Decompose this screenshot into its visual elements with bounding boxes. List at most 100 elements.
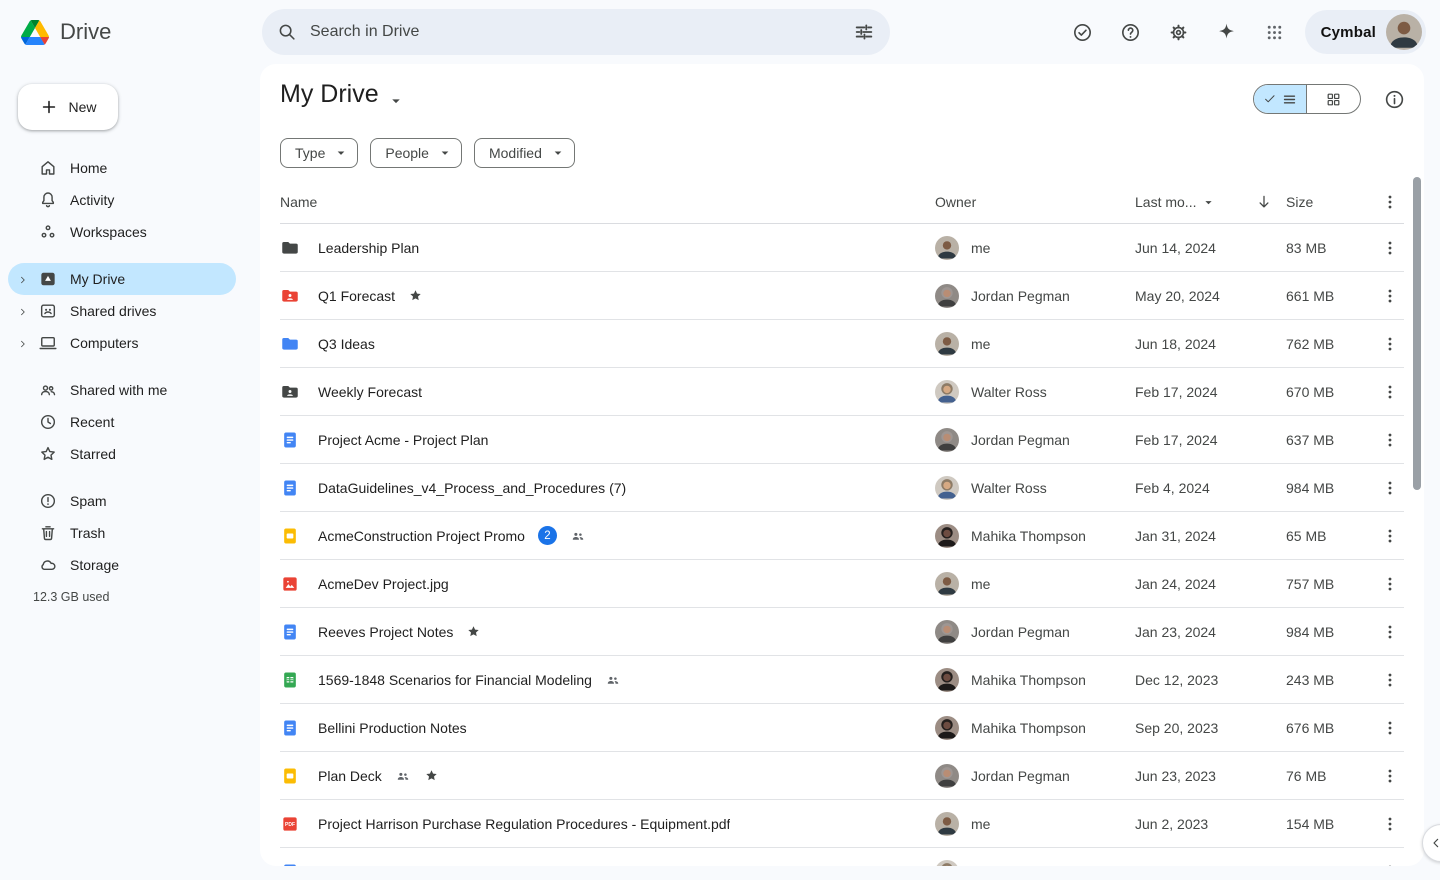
row-menu-button[interactable]	[1378, 332, 1402, 356]
file-size: 154 MB	[1280, 816, 1375, 832]
account-label: Cymbal	[1321, 24, 1376, 41]
row-menu-button[interactable]	[1378, 716, 1402, 740]
help-button[interactable]	[1107, 8, 1155, 56]
apps-icon	[1263, 21, 1286, 44]
table-row[interactable]: Bellini Production NotesMahika ThompsonS…	[280, 704, 1404, 752]
search-options-button[interactable]	[844, 12, 884, 52]
table-row[interactable]: Q3 IdeasmeJun 18, 2024762 MB	[280, 320, 1404, 368]
column-header-name[interactable]: Name	[280, 194, 935, 210]
file-name-cell: AcmeDev Project.jpg	[280, 574, 935, 594]
modified-date: Jan 31, 2024	[1135, 528, 1255, 544]
sidebar-item-my-drive[interactable]: My Drive	[8, 263, 236, 295]
table-row[interactable]: AcmeDev Project.jpgmeJan 24, 2024757 MB	[280, 560, 1404, 608]
view-toggle	[1253, 84, 1361, 114]
sidebar-item-label: Activity	[70, 192, 114, 208]
row-menu-button[interactable]	[1378, 620, 1402, 644]
file-name: Project Harrison Purchase Regulation Pro…	[318, 816, 730, 832]
sidebar-item-trash[interactable]: Trash	[8, 517, 236, 549]
table-row[interactable]: DataGuidelines_v4_Process_and_Procedures…	[280, 464, 1404, 512]
row-menu-button[interactable]	[1378, 668, 1402, 692]
table-row[interactable]: Reeves Project NotesJordan PegmanJan 23,…	[280, 608, 1404, 656]
search-icon[interactable]	[276, 21, 298, 43]
file-icon-folder-shared	[280, 286, 300, 306]
row-menu-button[interactable]	[1378, 572, 1402, 596]
chevron-right-icon[interactable]	[17, 337, 29, 349]
table-row[interactable]: Plan DeckJordan PegmanJun 23, 202376 MB	[280, 752, 1404, 800]
filter-chip-label: People	[385, 145, 429, 161]
file-icon-image	[280, 574, 300, 594]
sidebar-item-starred[interactable]: Starred	[8, 438, 236, 470]
apps-button[interactable]	[1251, 8, 1299, 56]
my-drive-icon	[38, 269, 58, 289]
owner-avatar	[935, 764, 959, 788]
scrollbar-thumb[interactable]	[1413, 177, 1421, 490]
row-menu-button[interactable]	[1378, 812, 1402, 836]
table-header-menu-button[interactable]	[1378, 190, 1402, 214]
shared-icon	[570, 528, 586, 544]
sidebar-item-activity[interactable]: Activity	[8, 184, 236, 216]
starred-icon	[466, 624, 481, 639]
search-bar[interactable]	[262, 9, 890, 55]
drive-logo: Drive	[21, 0, 111, 64]
table-row[interactable]: PDFProject Harrison Purchase Regulation …	[280, 800, 1404, 848]
sidebar-item-recent[interactable]: Recent	[8, 406, 236, 438]
details-button[interactable]	[1383, 88, 1406, 111]
list-view-button[interactable]	[1254, 85, 1307, 113]
chevron-right-icon[interactable]	[17, 273, 29, 285]
row-menu-button[interactable]	[1378, 380, 1402, 404]
row-menu-button[interactable]	[1378, 860, 1402, 867]
chevron-right-icon[interactable]	[17, 305, 29, 317]
row-menu-button[interactable]	[1378, 284, 1402, 308]
row-menu-button[interactable]	[1378, 476, 1402, 500]
settings-button[interactable]	[1155, 8, 1203, 56]
row-menu-button[interactable]	[1378, 524, 1402, 548]
search-input[interactable]	[310, 23, 844, 41]
sort-descending-icon	[1255, 193, 1273, 211]
sidebar-item-shared-with-me[interactable]: Shared with me	[8, 374, 236, 406]
owner-cell: Jordan Pegman	[935, 428, 1135, 452]
sidebar-item-computers[interactable]: Computers	[8, 327, 236, 359]
home-icon	[38, 158, 58, 178]
more-vert-icon	[1380, 286, 1400, 306]
sidebar-item-label: Storage	[70, 557, 119, 573]
grid-view-button[interactable]	[1307, 85, 1360, 113]
file-icon-folder	[280, 238, 300, 258]
modified-date: Feb 17, 2024	[1135, 384, 1255, 400]
column-header-modified[interactable]: Last mo...	[1135, 193, 1255, 210]
file-size: 637 MB	[1280, 432, 1375, 448]
table-row[interactable]: AcmeConstruction Project Promo2Mahika Th…	[280, 512, 1404, 560]
offline-ready-button[interactable]	[1059, 8, 1107, 56]
new-button[interactable]: New	[18, 84, 118, 130]
side-panel-collapse-button[interactable]	[1422, 824, 1440, 862]
owner-name: me	[971, 576, 990, 592]
sidebar-item-workspaces[interactable]: Workspaces	[8, 216, 236, 248]
account-avatar[interactable]	[1386, 14, 1422, 50]
account-pill[interactable]: Cymbal	[1305, 10, 1426, 54]
row-menu-button[interactable]	[1378, 428, 1402, 452]
row-menu-button[interactable]	[1378, 236, 1402, 260]
table-row[interactable]	[280, 848, 1404, 866]
more-vert-icon	[1380, 238, 1400, 258]
sort-direction[interactable]	[1255, 193, 1280, 211]
table-row[interactable]: Weekly ForecastWalter RossFeb 17, 202467…	[280, 368, 1404, 416]
row-menu-button[interactable]	[1378, 764, 1402, 788]
sidebar-item-home[interactable]: Home	[8, 152, 236, 184]
filter-chip-type[interactable]: Type	[280, 138, 358, 168]
filter-chip-people[interactable]: People	[370, 138, 462, 168]
table-row[interactable]: Leadership PlanmeJun 14, 202483 MB	[280, 224, 1404, 272]
table-row[interactable]: Q1 ForecastJordan PegmanMay 20, 2024661 …	[280, 272, 1404, 320]
page-title[interactable]: My Drive	[280, 80, 405, 109]
table-row[interactable]: Project Acme - Project PlanJordan Pegman…	[280, 416, 1404, 464]
file-icon-sheets	[280, 670, 300, 690]
modified-date: Feb 17, 2024	[1135, 432, 1255, 448]
sidebar-item-storage[interactable]: Storage	[8, 549, 236, 581]
table-row[interactable]: 1569-1848 Scenarios for Financial Modeli…	[280, 656, 1404, 704]
chevron-down-icon	[387, 88, 405, 106]
filter-chip-modified[interactable]: Modified	[474, 138, 575, 168]
gemini-button[interactable]	[1203, 8, 1251, 56]
file-size: 76 MB	[1280, 768, 1375, 784]
sidebar-item-shared-drives[interactable]: Shared drives	[8, 295, 236, 327]
more-vert-icon	[1380, 622, 1400, 642]
owner-cell: me	[935, 236, 1135, 260]
sidebar-item-spam[interactable]: Spam	[8, 485, 236, 517]
